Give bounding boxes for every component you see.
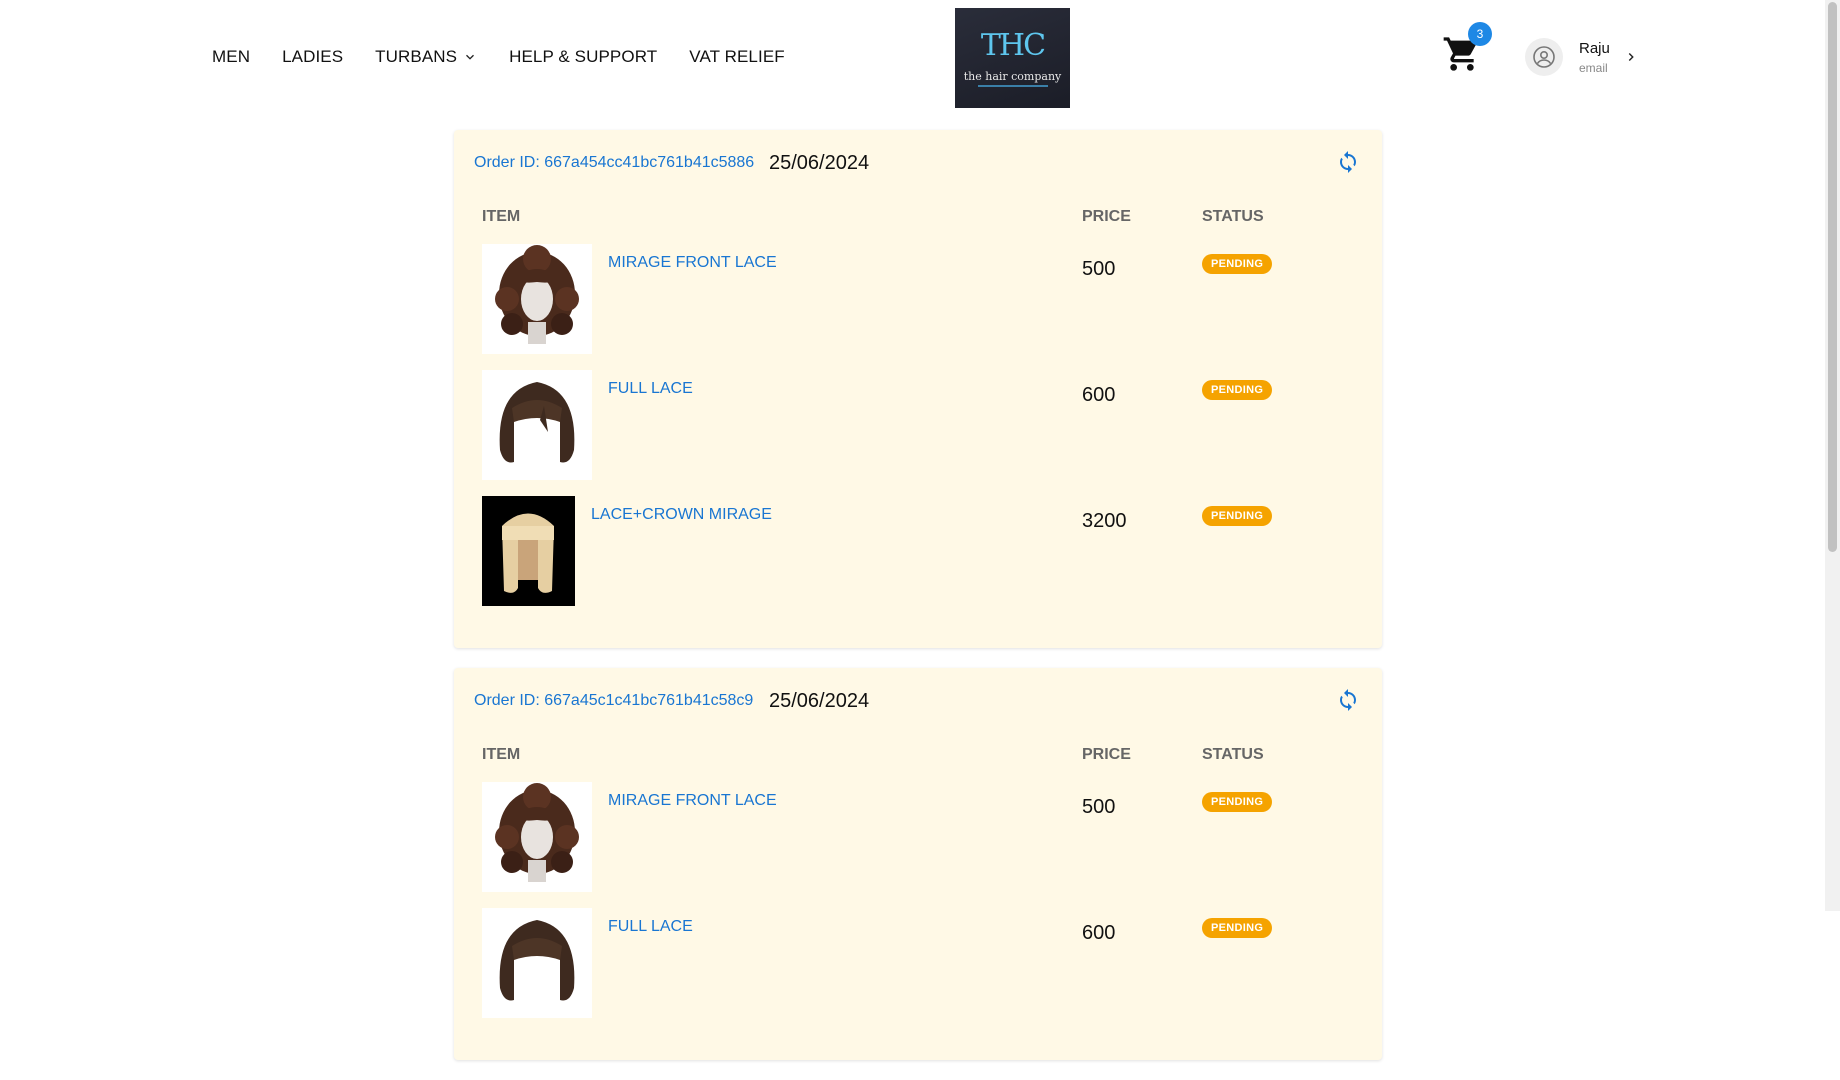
product-name[interactable]: MIRAGE FRONT LACE xyxy=(608,792,777,810)
table-row: FULL LACE 600 PENDING xyxy=(454,906,1382,1032)
nav-vat-relief[interactable]: VAT RELIEF xyxy=(689,47,784,67)
nav-ladies[interactable]: LADIES xyxy=(282,47,343,67)
scrollbar-thumb[interactable] xyxy=(1828,2,1837,552)
table-header: ITEM PRICE STATUS xyxy=(454,200,1382,242)
order-header: Order ID: 667a454cc41bc761b41c5886 25/06… xyxy=(454,130,1382,200)
status-badge: PENDING xyxy=(1202,506,1273,526)
column-header-price: PRICE xyxy=(1082,208,1131,225)
product-image-blonde-wig[interactable] xyxy=(482,496,575,606)
nav-vat-label: VAT RELIEF xyxy=(689,47,785,66)
nav-ladies-label: LADIES xyxy=(282,47,344,66)
user-name: Raju xyxy=(1579,39,1610,57)
user-info: Raju email xyxy=(1579,40,1610,75)
item-price: 600 xyxy=(1082,384,1116,406)
column-header-status: STATUS xyxy=(1202,746,1264,763)
logo-tagline-decoration xyxy=(977,84,1048,87)
refresh-icon[interactable] xyxy=(1336,150,1360,174)
product-image-curly-wig[interactable] xyxy=(482,782,592,892)
table-row: MIRAGE FRONT LACE 500 PENDING xyxy=(454,780,1382,906)
logo-name: the hair company xyxy=(963,69,1062,83)
column-header-item: ITEM xyxy=(482,746,521,763)
order-id[interactable]: Order ID: 667a454cc41bc761b41c5886 xyxy=(474,154,754,172)
table-row: MIRAGE FRONT LACE 500 PENDING xyxy=(454,242,1382,368)
status-badge: PENDING xyxy=(1202,380,1273,400)
chevron-down-icon xyxy=(466,54,475,60)
table-header: ITEM PRICE STATUS xyxy=(454,738,1382,780)
user-circle-icon xyxy=(1533,46,1555,68)
product-name[interactable]: LACE+CROWN MIRAGE xyxy=(591,506,772,524)
item-price: 500 xyxy=(1082,796,1116,818)
item-price: 600 xyxy=(1082,922,1116,944)
table-row: FULL LACE 600 PENDING xyxy=(454,368,1382,494)
main-nav: MEN LADIES TURBANS HELP & SUPPORT VAT RE… xyxy=(212,47,817,67)
order-card: Order ID: 667a45c1c41bc761b41c58c9 25/06… xyxy=(454,668,1382,1060)
order-date: 25/06/2024 xyxy=(769,152,870,174)
site-logo[interactable]: THC the hair company xyxy=(955,8,1070,108)
order-id[interactable]: Order ID: 667a45c1c41bc761b41c58c9 xyxy=(474,692,753,710)
product-image-curly-wig[interactable] xyxy=(482,244,592,354)
nav-help-support[interactable]: HELP & SUPPORT xyxy=(509,47,657,67)
orders-list: Order ID: 667a454cc41bc761b41c5886 25/06… xyxy=(454,130,1382,1080)
nav-turbans-label: TURBANS xyxy=(375,47,458,66)
order-header: Order ID: 667a45c1c41bc761b41c58c9 25/06… xyxy=(454,668,1382,738)
order-date: 25/06/2024 xyxy=(769,690,870,712)
item-price: 500 xyxy=(1082,258,1116,280)
user-email: email xyxy=(1579,60,1608,75)
product-name[interactable]: MIRAGE FRONT LACE xyxy=(608,254,777,272)
avatar xyxy=(1525,38,1563,76)
product-name[interactable]: FULL LACE xyxy=(608,380,693,398)
refresh-icon[interactable] xyxy=(1336,688,1360,712)
column-header-item: ITEM xyxy=(482,208,521,225)
column-header-status: STATUS xyxy=(1202,208,1264,225)
column-header-price: PRICE xyxy=(1082,746,1131,763)
nav-turbans[interactable]: TURBANS xyxy=(375,47,477,67)
status-badge: PENDING xyxy=(1202,254,1273,274)
item-price: 3200 xyxy=(1082,510,1127,532)
nav-help-label: HELP & SUPPORT xyxy=(509,47,658,66)
status-badge: PENDING xyxy=(1202,918,1273,938)
order-card: Order ID: 667a454cc41bc761b41c5886 25/06… xyxy=(454,130,1382,648)
page-scrollbar[interactable] xyxy=(1825,0,1840,911)
nav-men[interactable]: MEN xyxy=(212,47,250,67)
cart-count-badge: 3 xyxy=(1468,22,1492,46)
product-name[interactable]: FULL LACE xyxy=(608,918,693,936)
logo-mark: THC xyxy=(980,27,1046,63)
user-menu[interactable]: Raju email xyxy=(1525,38,1638,76)
product-image-bob-wig[interactable] xyxy=(482,908,592,1018)
status-badge: PENDING xyxy=(1202,792,1273,812)
nav-men-label: MEN xyxy=(212,47,251,66)
product-image-bob-wig[interactable] xyxy=(482,370,592,480)
table-row: LACE+CROWN MIRAGE 3200 PENDING xyxy=(454,494,1382,620)
chevron-right-icon xyxy=(1628,53,1634,61)
